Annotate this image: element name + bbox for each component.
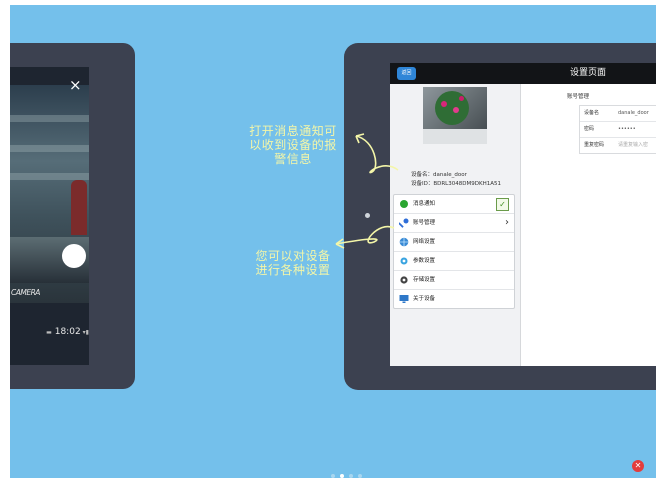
menu-item-account[interactable]: 账号管理 ›: [394, 214, 514, 233]
form-row-device-name: 设备名 danale_door: [580, 106, 656, 122]
settings-menu: 消息通知 ✓ 账号管理 › 网络设置 参数设置 存储设置 关于设备: [393, 194, 515, 309]
menu-item-label: 关于设备: [413, 296, 436, 302]
cog-icon: [400, 276, 408, 284]
status-time: 18:02: [54, 327, 81, 337]
account-form: 设备名 danale_door 密码 •••••• 重复密码 请重复输入密: [579, 105, 656, 154]
form-row-repeat-password: 重复密码 请重复输入密: [580, 138, 656, 153]
device-snapshot: [423, 87, 487, 144]
status-bar: ▬ 18:02 ▾▮: [10, 321, 89, 343]
menu-item-label: 网络设置: [413, 239, 436, 245]
field-label: 密码: [584, 126, 595, 132]
annotation-arrow-1: [355, 133, 399, 174]
menu-item-label: 消息通知: [413, 201, 436, 207]
page-dot[interactable]: [331, 474, 335, 478]
page-dot[interactable]: [358, 474, 362, 478]
page-indicator: [331, 463, 367, 478]
menu-item-storage[interactable]: 存储设置: [394, 271, 514, 290]
annotation-settings: 您可以对设备 进行各种设置: [243, 249, 343, 277]
repeat-password-field[interactable]: 请重复输入密: [618, 138, 648, 153]
annotation-line: 进行各种设置: [255, 263, 331, 277]
account-panel: 账号管理 设备名 danale_door 密码 •••••• 重复密码 请重复输…: [521, 84, 656, 366]
green-dot-icon: [400, 200, 408, 208]
globe-icon: [399, 237, 409, 247]
close-icon[interactable]: ×: [69, 78, 82, 93]
field-label: 设备名: [584, 110, 600, 116]
camera-feed-image: [10, 85, 89, 303]
live-video-screen[interactable]: × CAMERA ▬ 18:02 ▾▮: [10, 67, 89, 365]
menu-item-notifications[interactable]: 消息通知 ✓: [394, 195, 514, 214]
password-field[interactable]: ••••••: [618, 122, 636, 137]
menu-item-about[interactable]: 关于设备: [394, 290, 514, 308]
chevron-right-icon: ›: [505, 217, 509, 228]
menu-item-label: 存储设置: [413, 277, 436, 283]
annotation-line: 打开消息通知可: [249, 124, 337, 138]
title-bar: 返回 设置页面: [390, 63, 656, 84]
device-id: 设备ID：BDRL3048DM9DKH1A51: [411, 181, 501, 187]
message-icon: ▬: [46, 329, 52, 336]
device-name: 设备名：danale_door: [411, 172, 467, 178]
home-button[interactable]: [62, 244, 86, 268]
menu-item-label: 参数设置: [413, 258, 436, 264]
account-header: 账号管理: [567, 94, 590, 100]
device-name-field[interactable]: danale_door: [618, 106, 649, 121]
annotation-arrow-2: [335, 225, 395, 249]
form-row-password: 密码 ••••••: [580, 122, 656, 138]
page-dot[interactable]: [349, 474, 353, 478]
back-button[interactable]: 返回: [397, 67, 416, 80]
wifi-icon: ▾▮: [82, 329, 89, 336]
settings-screen: 返回 设置页面 设备名：danale_door 设备ID：BDRL3048DM9…: [390, 63, 656, 366]
gear-blue-icon: [400, 257, 408, 265]
page-dot-active[interactable]: [340, 474, 344, 478]
key-icon: [399, 218, 409, 228]
close-button[interactable]: ✕: [632, 460, 644, 472]
notifications-checkbox[interactable]: ✓: [496, 198, 509, 211]
left-tablet-frame: × CAMERA ▬ 18:02 ▾▮: [10, 43, 135, 389]
annotation-notifications: 打开消息通知可 以收到设备的报 警信息: [228, 124, 358, 166]
annotation-line: 以收到设备的报: [249, 138, 337, 152]
menu-item-network[interactable]: 网络设置: [394, 233, 514, 252]
camera-watermark: CAMERA: [11, 288, 40, 297]
annotation-line: 警信息: [274, 152, 312, 166]
menu-item-label: 账号管理: [413, 220, 436, 226]
field-label: 重复密码: [584, 142, 605, 148]
settings-sidebar: 设备名：danale_door 设备ID：BDRL3048DM9DKH1A51 …: [390, 84, 521, 366]
menu-item-parameters[interactable]: 参数设置: [394, 252, 514, 271]
camera-dot: [365, 213, 370, 218]
monitor-icon: [399, 295, 409, 303]
page-title: 设置页面: [570, 68, 607, 78]
